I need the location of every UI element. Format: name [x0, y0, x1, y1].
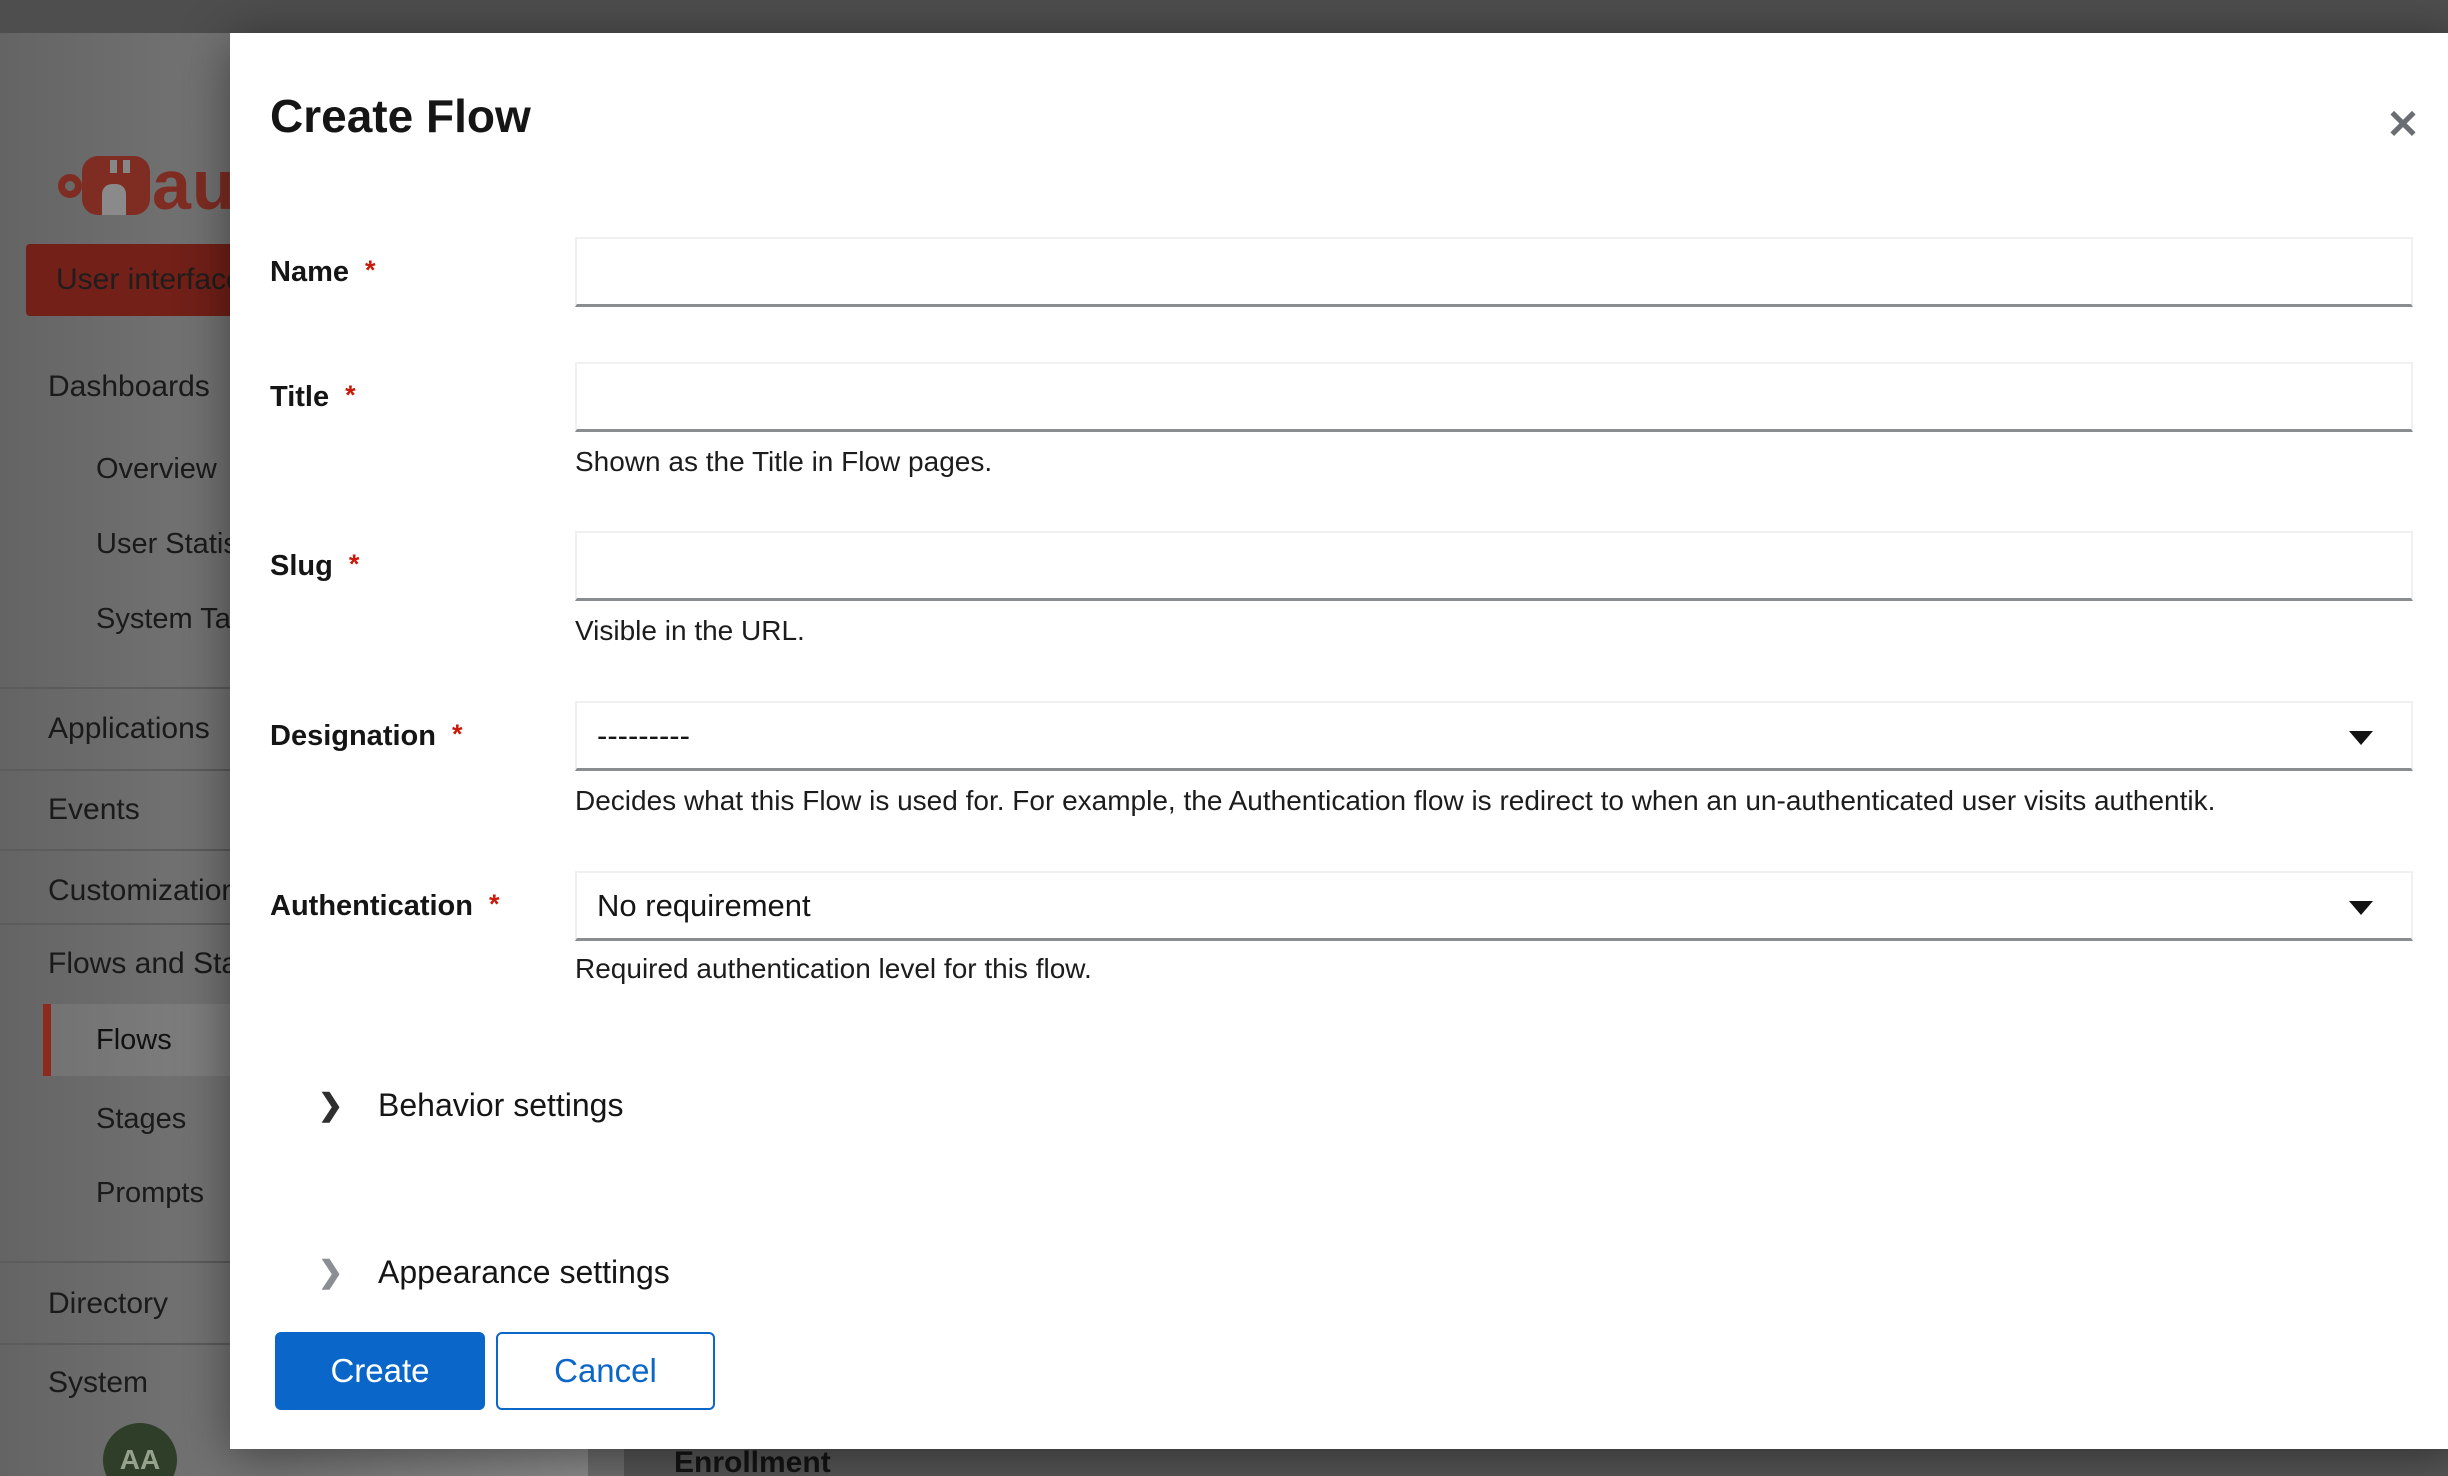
slug-help-text: Visible in the URL. — [575, 615, 805, 647]
authentication-selected-value: No requirement — [597, 888, 811, 923]
sidebar-item-customization[interactable]: Customization — [48, 871, 238, 911]
logo-wordmark: au — [152, 145, 236, 225]
sidebar-item-stages[interactable]: Stages — [96, 1099, 186, 1139]
authentication-label: Authentication* — [270, 890, 575, 923]
sidebar-item-applications[interactable]: Applications — [48, 709, 210, 749]
sidebar-item-overview[interactable]: Overview — [96, 449, 217, 489]
sidebar-item-dashboards[interactable]: Dashboards — [48, 367, 210, 407]
designation-selected-value: --------- — [597, 718, 690, 753]
selected-indicator-bar — [43, 1004, 51, 1076]
slug-label: Slug* — [270, 550, 575, 583]
sidebar-item-events[interactable]: Events — [48, 790, 140, 830]
create-flow-modal: Create Flow ✕ Name* Title* Shown as the … — [230, 33, 2448, 1449]
modal-title: Create Flow — [270, 89, 531, 143]
chevron-down-icon — [2349, 901, 2373, 915]
authentication-select[interactable]: No requirement — [575, 871, 2413, 941]
chevron-down-icon — [2349, 731, 2373, 745]
cancel-button[interactable]: Cancel — [496, 1332, 715, 1410]
sidebar-item-directory[interactable]: Directory — [48, 1284, 168, 1324]
behavior-settings-toggle[interactable]: ❯ Behavior settings — [318, 1085, 623, 1125]
appearance-settings-label: Appearance settings — [378, 1254, 670, 1291]
designation-help-text: Decides what this Flow is used for. For … — [575, 785, 2215, 817]
background-table-row-label: Enrollment — [674, 1446, 831, 1476]
logo-mark-icon — [82, 156, 150, 215]
authentication-help-text: Required authentication level for this f… — [575, 953, 1092, 985]
required-asterisk: * — [349, 549, 360, 579]
designation-label: Designation* — [270, 720, 575, 753]
name-label: Name* — [270, 256, 575, 289]
screen: Enrollment au User interface Dashboards … — [0, 0, 2448, 1476]
chevron-right-icon: ❯ — [318, 1088, 342, 1123]
sidebar-item-system[interactable]: System — [48, 1363, 148, 1403]
user-avatar[interactable]: AA — [103, 1423, 177, 1476]
top-band — [0, 0, 2448, 33]
required-asterisk: * — [365, 255, 376, 285]
required-asterisk: * — [452, 719, 463, 749]
title-help-text: Shown as the Title in Flow pages. — [575, 446, 992, 478]
slug-input[interactable] — [575, 531, 2413, 601]
name-input[interactable] — [575, 237, 2413, 307]
logo-keyring-icon — [58, 174, 82, 198]
required-asterisk: * — [489, 889, 500, 919]
chevron-right-icon: ❯ — [318, 1255, 342, 1290]
close-icon[interactable]: ✕ — [2373, 95, 2433, 155]
title-input[interactable] — [575, 362, 2413, 432]
required-asterisk: * — [345, 380, 356, 410]
designation-select[interactable]: --------- — [575, 701, 2413, 771]
appearance-settings-toggle[interactable]: ❯ Appearance settings — [318, 1252, 670, 1292]
sidebar-item-prompts[interactable]: Prompts — [96, 1173, 204, 1213]
sidebar-item-label: Flows — [96, 1004, 172, 1076]
behavior-settings-label: Behavior settings — [378, 1087, 623, 1124]
title-label: Title* — [270, 381, 575, 414]
create-button[interactable]: Create — [275, 1332, 485, 1410]
